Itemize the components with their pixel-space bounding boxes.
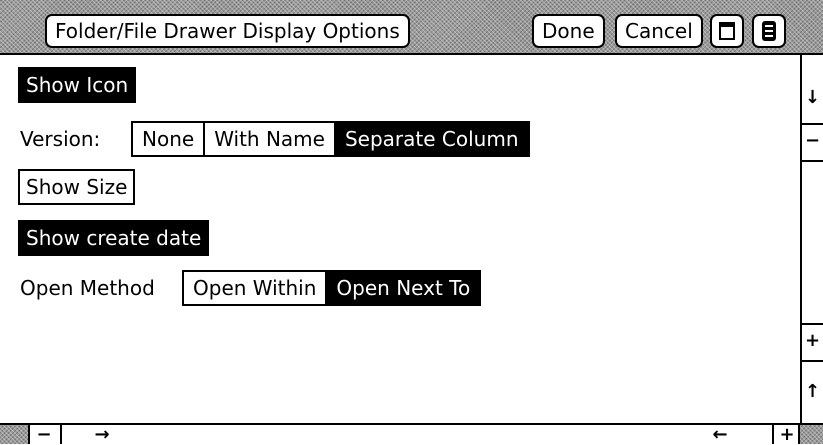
cancel-button[interactable]: Cancel (615, 14, 703, 48)
scroll-left-arrow-icon[interactable]: ← (706, 425, 734, 444)
show-size-toggle[interactable]: Show Size (18, 169, 136, 205)
scroll-plus-button[interactable]: + (802, 330, 823, 352)
scrollbar-divider (772, 425, 774, 444)
open-method-selector: Open Within Open Next To (182, 270, 482, 306)
scroll-left-minus-button[interactable]: − (32, 425, 56, 444)
menu-glyph (762, 21, 776, 41)
window-icon[interactable] (710, 14, 744, 48)
show-create-date-toggle[interactable]: Show create date (18, 220, 210, 256)
version-selector: None With Name Separate Column (131, 121, 530, 157)
done-button[interactable]: Done (532, 14, 605, 48)
scrollbar-divider (28, 425, 30, 444)
scroll-minus-button[interactable]: − (802, 130, 823, 152)
show-icon-toggle[interactable]: Show Icon (18, 67, 137, 103)
scrollbar-divider (802, 160, 823, 162)
horizontal-scrollbar[interactable]: − → ← + (0, 423, 823, 444)
menu-icon[interactable] (752, 14, 786, 48)
title-bar: Folder/File Drawer Display Options Done … (0, 0, 823, 55)
open-next-to-option[interactable]: Open Next To (327, 272, 480, 304)
scroll-right-plus-button[interactable]: + (776, 425, 798, 444)
version-separate-column-option[interactable]: Separate Column (335, 123, 528, 155)
scroll-up-arrow-icon[interactable]: ↑ (802, 381, 823, 403)
options-panel: Show Icon Version: None With Name Separa… (0, 55, 800, 423)
scrollbar-divider (802, 323, 823, 325)
window-glyph (719, 22, 735, 40)
window-title: Folder/File Drawer Display Options (45, 14, 410, 48)
open-within-option[interactable]: Open Within (184, 272, 328, 304)
version-with-name-option[interactable]: With Name (205, 123, 336, 155)
scrollbar-divider (802, 123, 823, 125)
scroll-right-arrow-icon[interactable]: → (88, 425, 116, 444)
version-none-option[interactable]: None (133, 123, 206, 155)
scrollbar-corner-right (800, 425, 823, 444)
open-method-label: Open Method (20, 276, 155, 300)
scroll-down-arrow-icon[interactable]: ↓ (802, 87, 823, 109)
scrollbar-corner-left (0, 425, 28, 444)
scrollbar-divider (802, 360, 823, 362)
version-label: Version: (20, 127, 101, 151)
scrollbar-divider (60, 425, 62, 444)
vertical-scrollbar[interactable]: ↓ − + ↑ (800, 55, 823, 423)
